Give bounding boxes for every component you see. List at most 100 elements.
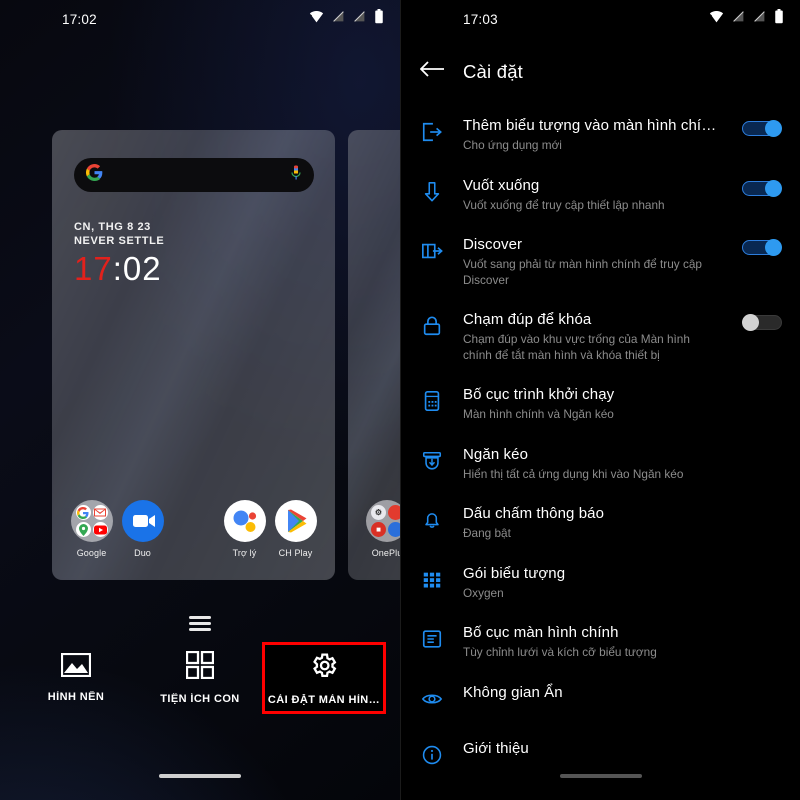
- setting-row-add-icon-to-home[interactable]: Thêm biểu tượng vào màn hình chí… Cho ứn…: [401, 105, 800, 165]
- widget-date: CN, THG 8 23: [74, 221, 151, 233]
- launcher-settings-panel: 17:03 Cài đặt Thêm biểu tượng vào màn hì…: [400, 0, 800, 800]
- no-control: [730, 739, 782, 743]
- home-settings-label: CÀI ĐẶT MÀN HÌN…: [267, 693, 381, 706]
- settings-list: Thêm biểu tượng vào màn hình chí… Cho ứn…: [401, 105, 800, 784]
- home-layout-icon: [401, 623, 463, 650]
- eye-icon: [401, 683, 463, 710]
- google-search-widget[interactable]: [74, 158, 314, 192]
- home-settings-button[interactable]: CÀI ĐẶT MÀN HÌN…: [261, 642, 386, 714]
- app-shortcut-play-store[interactable]: CH Play: [270, 500, 321, 558]
- clock-widget[interactable]: CN, THG 8 23 NEVER SETTLE 17:02: [74, 220, 164, 286]
- back-arrow-icon: [419, 60, 445, 83]
- setting-subtitle: Màn hình chính và Ngăn kéo: [463, 407, 614, 421]
- home-edit-toolbar: HÌNH NỀN TIỆN ÍCH CON CÀI ĐẶT MÀN HÌN…: [0, 640, 400, 716]
- widget-brand: NEVER SETTLE: [74, 235, 165, 247]
- wallpaper-button[interactable]: HÌNH NỀN: [14, 642, 138, 714]
- google-folder-icon: [70, 500, 113, 542]
- status-bar-clock: 17:03: [463, 11, 498, 27]
- signal-off-icon: [353, 10, 366, 28]
- status-bar-clock: 17:02: [62, 11, 97, 27]
- widget-clock-hour: 17: [74, 250, 113, 287]
- setting-title: Ngăn kéo: [463, 445, 529, 463]
- lock-icon: [401, 310, 463, 337]
- setting-title: Thêm biểu tượng vào màn hình chí…: [463, 117, 717, 134]
- setting-row-hidden-space[interactable]: Không gian Ẩn: [401, 672, 800, 728]
- play-store-icon: [274, 500, 317, 542]
- no-control: [730, 623, 782, 627]
- add-to-home-icon: [401, 116, 463, 143]
- duo-icon: [121, 500, 164, 542]
- setting-row-swipe-down[interactable]: Vuốt xuống Vuốt xuống để truy cập thiết …: [401, 165, 800, 225]
- no-control: [730, 564, 782, 568]
- battery-icon: [374, 9, 384, 29]
- back-button[interactable]: [401, 60, 463, 83]
- discover-panel-icon: [401, 235, 463, 262]
- app-shortcut[interactable]: ⚙ ■ OnePlu: [356, 500, 400, 558]
- assistant-icon: [223, 500, 266, 542]
- app-shortcut-google[interactable]: Google: [66, 500, 117, 558]
- info-icon: [401, 739, 463, 766]
- widget-clock-minute: 02: [122, 250, 162, 287]
- setting-row-notification-dots[interactable]: Dấu chấm thông báo Đang bật: [401, 493, 800, 553]
- setting-row-icon-pack[interactable]: Gói biểu tượng Oxygen: [401, 553, 800, 613]
- app-row: Google Duo Trợ lý CH Play: [52, 500, 335, 558]
- app-shortcut-duo[interactable]: Duo: [117, 500, 168, 558]
- app-label: Google: [76, 548, 107, 558]
- setting-subtitle: Vuốt sang phải từ màn hình chính để truy…: [463, 257, 702, 287]
- oneplus-folder-icon: ⚙ ■: [366, 500, 400, 542]
- setting-subtitle: Cho ứng dụng mới: [463, 138, 562, 152]
- setting-row-home-layout[interactable]: Bố cục màn hình chính Tùy chỉnh lưới và …: [401, 612, 800, 672]
- setting-subtitle: Vuốt xuống để truy cập thiết lập nhanh: [463, 197, 665, 212]
- setting-row-double-tap-lock[interactable]: Chạm đúp để khóa Chạm đúp vào khu vực tr…: [401, 299, 800, 374]
- setting-title: Giới thiệu: [463, 739, 529, 757]
- no-control: [730, 445, 782, 449]
- app-shortcut-assistant[interactable]: Trợ lý: [219, 500, 270, 558]
- battery-icon: [774, 9, 784, 29]
- setting-toggle[interactable]: [742, 314, 782, 331]
- widgets-button[interactable]: TIỆN ÍCH CON: [138, 642, 262, 714]
- setting-subtitle: Đang bật: [463, 526, 511, 540]
- signal-off-icon: [753, 10, 766, 28]
- setting-title: Vuốt xuống: [463, 176, 540, 194]
- setting-title: Chạm đúp để khóa: [463, 311, 592, 328]
- wifi-icon: [309, 10, 324, 28]
- setting-title: Bố cục màn hình chính: [463, 624, 619, 641]
- setting-toggle[interactable]: [742, 239, 782, 256]
- setting-subtitle: Oxygen: [463, 585, 504, 600]
- setting-subtitle: Hiển thị tất cả ứng dụng khi vào Ngăn ké…: [463, 466, 684, 481]
- dual-screenshot: 17:02 ⚙ ■ OnePlu CN, THG 8 23 NEVER SETT…: [0, 0, 800, 800]
- status-bar-right: 17:03: [401, 0, 800, 38]
- setting-toggle[interactable]: [742, 179, 782, 197]
- home-page-preview-next[interactable]: ⚙ ■ OnePlu: [348, 130, 400, 580]
- setting-row-discover[interactable]: Discover Vuốt sang phải từ màn hình chín…: [401, 224, 800, 299]
- home-indicator-left[interactable]: [159, 774, 241, 778]
- wifi-icon: [709, 10, 724, 28]
- setting-title: Gói biểu tượng: [463, 564, 566, 582]
- setting-title: Dấu chấm thông báo: [463, 505, 605, 522]
- home-page-preview[interactable]: CN, THG 8 23 NEVER SETTLE 17:02 Google D…: [52, 130, 335, 580]
- setting-row-launcher-layout[interactable]: Bố cục trình khởi chạy Màn hình chính và…: [401, 374, 800, 434]
- microphone-icon[interactable]: [290, 165, 302, 186]
- no-control: [730, 385, 782, 389]
- signal-off-icon: [332, 10, 345, 28]
- gear-icon: [309, 651, 338, 685]
- widgets-icon: [185, 650, 215, 684]
- app-label: CH Play: [278, 548, 313, 558]
- icon-pack-icon: [401, 564, 463, 591]
- bell-icon: [401, 504, 463, 531]
- home-indicator-right[interactable]: [559, 774, 642, 778]
- app-label: Trợ lý: [232, 548, 257, 558]
- launcher-layout-icon: [401, 385, 463, 412]
- page-lines-icon[interactable]: [0, 616, 400, 631]
- swipe-down-icon: [401, 176, 463, 203]
- drawer-icon: [401, 445, 463, 472]
- status-bar-left: 17:02: [0, 0, 400, 38]
- setting-toggle[interactable]: [742, 120, 782, 137]
- setting-subtitle: Tùy chỉnh lưới và kích cỡ biểu tượng: [463, 645, 657, 659]
- setting-row-drawer[interactable]: Ngăn kéo Hiển thị tất cả ứng dụng khi và…: [401, 434, 800, 494]
- google-g-icon: [86, 164, 103, 186]
- no-control: [730, 683, 782, 687]
- no-control: [730, 504, 782, 508]
- setting-title: Bố cục trình khởi chạy: [463, 386, 615, 403]
- home-screen-edit-panel: 17:02 ⚙ ■ OnePlu CN, THG 8 23 NEVER SETT…: [0, 0, 400, 800]
